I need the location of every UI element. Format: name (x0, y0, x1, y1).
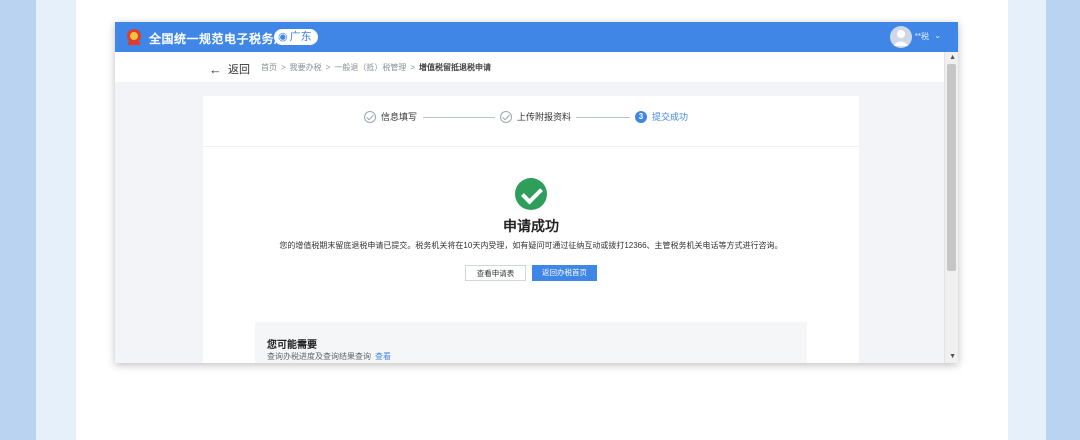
tax-emblem-icon (127, 29, 141, 45)
progress-steps: 信息填写 上传附报资料 3 提交成功 (203, 96, 859, 147)
suggestion-text: 查询办税进度及查询结果查询 (267, 352, 371, 361)
suggestions-panel: 您可能需要 查询办税进度及查询结果查询 查看 (255, 322, 807, 363)
breadcrumb-item-refund[interactable]: 一般退（抵）税管理 (334, 63, 406, 72)
chevron-down-icon[interactable]: ⌄ (934, 31, 941, 40)
breadcrumb-item-tax[interactable]: 我要办税 (290, 63, 322, 72)
success-check-icon (515, 178, 547, 210)
check-circle-icon (364, 110, 376, 123)
breadcrumb-item-home[interactable]: 首页 (261, 63, 277, 72)
page-border-right (1046, 0, 1080, 440)
region-selector[interactable]: ◉ 广东 (274, 29, 318, 45)
result-description: 您的增值税期末留底退税申请已提交。税务机关将在10天内受理，如有疑问可通过征纳互… (279, 241, 783, 250)
app-title: 全国统一规范电子税务局 (149, 32, 287, 46)
step-label: 提交成功 (652, 112, 689, 122)
step-label: 信息填写 (381, 112, 418, 122)
return-home-button[interactable]: 返回办税首页 (532, 265, 597, 281)
arrow-left-icon: ← (209, 61, 222, 77)
result-card: 信息填写 上传附报资料 3 提交成功 申请成功 您的增值税期末留底退税申请已提交… (203, 96, 859, 363)
region-label: 广东 (289, 31, 312, 43)
breadcrumb-bar: ← 返回 首页 > 我要办税 > 一般退（抵）税管理 > 增值税留抵退税申请 (115, 52, 945, 82)
scroll-down-arrow-icon[interactable]: ▼ (949, 353, 956, 360)
page-margin-left (36, 0, 76, 440)
back-label: 返回 (228, 64, 250, 76)
step-info: 信息填写 (364, 110, 417, 123)
check-circle-icon (500, 110, 512, 123)
location-pin-icon: ◉ (278, 31, 288, 43)
suggestion-link[interactable]: 查看 (375, 352, 391, 361)
step-connector (423, 117, 495, 118)
suggestions-title: 您可能需要 (267, 340, 317, 351)
page-margin-right (1008, 0, 1046, 440)
page-border-left (0, 0, 36, 440)
step-number: 3 (635, 110, 647, 123)
step-label: 上传附报资料 (517, 112, 572, 122)
breadcrumb: 首页 > 我要办税 > 一般退（抵）税管理 > 增值税留抵退税申请 (261, 63, 492, 72)
step-submit: 3 提交成功 (635, 110, 688, 123)
breadcrumb-item-current: 增值税留抵退税申请 (419, 63, 492, 72)
scroll-up-arrow-icon[interactable]: ▲ (949, 54, 956, 61)
scrollbar-thumb[interactable] (947, 64, 956, 271)
back-button[interactable]: ← 返回 (209, 61, 250, 77)
user-name[interactable]: **税 (915, 31, 929, 42)
user-avatar[interactable] (890, 26, 912, 48)
step-upload: 上传附报资料 (500, 110, 571, 123)
view-application-button[interactable]: 查看申请表 (465, 265, 526, 281)
suggestion-item: 查询办税进度及查询结果查询 查看 (267, 351, 391, 362)
screenshot-window: 全国统一规范电子税务局 ◉ 广东 **税 ⌄ ← 返回 首页 > 我要办税 > 一般退（… (115, 22, 958, 363)
result-title: 申请成功 (503, 218, 559, 234)
user-icon (893, 30, 909, 46)
step-connector (576, 117, 630, 118)
top-navigation-bar: 全国统一规范电子税务局 ◉ 广东 **税 ⌄ (115, 22, 958, 52)
